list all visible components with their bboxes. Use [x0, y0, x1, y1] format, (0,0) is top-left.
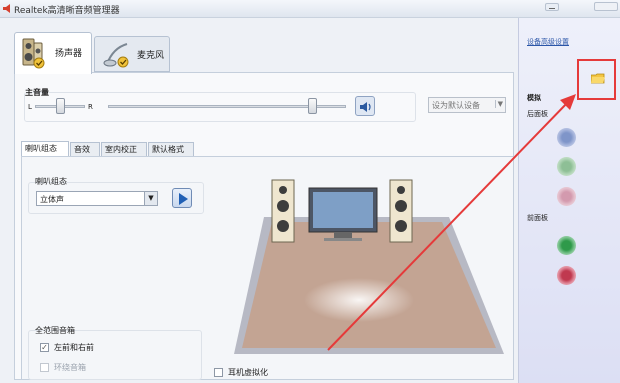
speaker-room-illustration: [234, 179, 504, 354]
balance-slider-thumb[interactable]: [56, 98, 65, 114]
speaker-configuration-value: 立体声: [40, 195, 64, 204]
right-speaker-icon: [389, 179, 413, 243]
set-default-device-label: 设为默认设备: [432, 101, 480, 110]
microphone-icon: [103, 43, 129, 68]
tab-room-correction[interactable]: 室内校正: [101, 142, 147, 156]
folder-icon[interactable]: [591, 73, 605, 84]
speaker-configuration-label: 喇叭组态: [35, 177, 67, 186]
balance-right-label: R: [88, 103, 93, 111]
front-lr-label: 左前和右前: [54, 343, 94, 352]
headphone-virtualization-label: 耳机虚拟化: [228, 368, 268, 377]
full-range-label: 全范围音箱: [35, 326, 75, 335]
analog-label: 模拟: [527, 94, 541, 102]
surround-label: 环绕音箱: [54, 363, 86, 372]
tab-speaker[interactable]: 扬声器: [14, 32, 92, 74]
surround-checkbox[interactable]: [40, 363, 49, 372]
tab-microphone[interactable]: 麦克风: [94, 36, 170, 72]
speaker-icon: [22, 38, 45, 69]
front-lr-checkbox[interactable]: ✓: [40, 343, 49, 352]
volume-slider-thumb[interactable]: [308, 98, 317, 114]
rear-panel-label: 后面板: [527, 110, 548, 118]
tab-speaker-configuration[interactable]: 喇叭组态: [21, 141, 69, 156]
minimize-button[interactable]: [545, 3, 559, 11]
rear-jack-green[interactable]: [557, 157, 576, 176]
play-test-button[interactable]: [172, 188, 192, 208]
close-button[interactable]: [594, 2, 618, 11]
front-panel-label: 前面板: [527, 214, 548, 222]
main-volume-label: 主音量: [25, 88, 49, 97]
tab-default-format[interactable]: 默认格式: [148, 142, 194, 156]
tab-microphone-label: 麦克风: [137, 51, 165, 61]
rear-jack-pink[interactable]: [557, 187, 576, 206]
set-default-device-dropdown[interactable]: 设为默认设备 ▼: [428, 97, 506, 113]
tab-sound-effects[interactable]: 音效: [70, 142, 100, 156]
rear-jack-blue[interactable]: [557, 128, 576, 147]
window-title: Realtek高清晰音频管理器: [14, 6, 120, 16]
volume-icon: [360, 102, 371, 112]
chevron-down-icon: ▼: [494, 100, 503, 108]
balance-left-label: L: [28, 103, 32, 111]
speaker-configuration-select[interactable]: 立体声: [36, 191, 158, 206]
headphone-virtualization-checkbox[interactable]: [214, 368, 223, 377]
realtek-speaker-icon: [3, 4, 10, 13]
tab-speaker-label: 扬声器: [55, 49, 83, 59]
front-jack-green[interactable]: [557, 236, 576, 255]
left-speaker-icon: [271, 179, 295, 243]
mute-button[interactable]: [355, 96, 375, 116]
chevron-down-icon[interactable]: ▼: [144, 192, 157, 205]
advanced-settings-link[interactable]: 设备高级设置: [527, 37, 569, 47]
front-jack-red[interactable]: [557, 266, 576, 285]
